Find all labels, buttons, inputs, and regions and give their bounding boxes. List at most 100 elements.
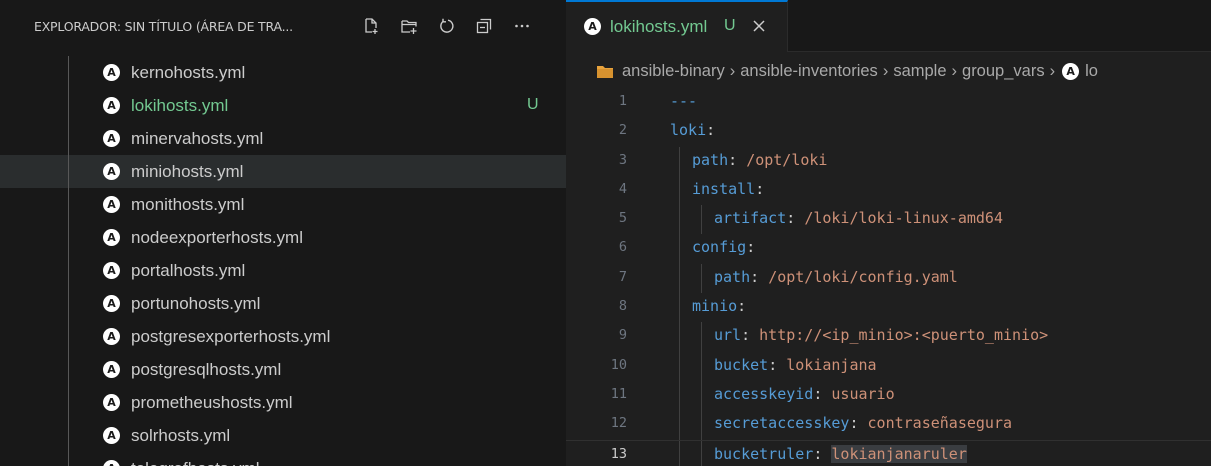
ansible-icon: A <box>103 163 120 180</box>
yaml-colon: : <box>706 121 716 140</box>
file-item[interactable]: Aportalhosts.yml <box>0 254 566 287</box>
tab-bar: A lokihosts.yml U <box>566 0 1211 52</box>
new-file-icon[interactable] <box>361 16 381 36</box>
folder-icon <box>596 63 614 79</box>
file-item[interactable]: Aportunohosts.yml <box>0 287 566 320</box>
code-text: config: <box>692 238 755 256</box>
line-number: 4 <box>618 180 627 197</box>
code-line: 1 --- <box>566 88 1211 117</box>
close-icon[interactable] <box>748 15 770 37</box>
yaml-colon: : <box>849 414 868 433</box>
yaml-colon: : <box>737 297 747 316</box>
ansible-icon: A <box>103 394 120 411</box>
line-number: 10 <box>610 356 627 373</box>
ansible-icon: A <box>103 328 120 345</box>
ansible-icon: A <box>103 196 120 213</box>
yaml-key: config <box>692 238 747 257</box>
line-number: 1 <box>618 93 627 109</box>
yaml-key: loki <box>670 121 707 140</box>
indent-guide <box>701 322 702 352</box>
file-item[interactable]: Atelegrafhosts.yml <box>0 452 566 466</box>
explorer-sidebar: EXPLORADOR: SIN TÍTULO (ÁREA DE TRA... A… <box>0 0 566 466</box>
ansible-icon: A <box>103 361 120 378</box>
ansible-icon: A <box>103 64 120 81</box>
file-tree: Akernohosts.yml Alokihosts.yml U Aminervaho… <box>0 56 566 466</box>
yaml-value: /loki/loki-linux-amd64 <box>804 209 1003 228</box>
indent-guide <box>679 263 680 294</box>
indent-guide <box>679 175 680 206</box>
code-text: minio: <box>692 297 746 315</box>
file-name: nodeexporterhosts.yml <box>131 228 303 247</box>
code-line: 13 bucketruler: lokianjanaruler <box>566 439 1211 466</box>
editor-area: A lokihosts.yml U ansible-binary › ansible… <box>566 0 1211 466</box>
yaml-colon: : <box>746 238 756 257</box>
indent-guide <box>68 188 69 221</box>
code-line: 7 path: /opt/loki/config.yaml <box>566 263 1211 294</box>
code-editor[interactable]: 1 --- 2 loki: 3 path: /opt/loki 4 install: 5 arti… <box>566 88 1211 466</box>
code-text: install: <box>692 180 764 198</box>
explorer-title: EXPLORADOR: SIN TÍTULO (ÁREA DE TRA... <box>34 18 293 34</box>
code-line: 2 loki: <box>566 117 1211 146</box>
code-line: 3 path: /opt/loki <box>566 146 1211 176</box>
yaml-value: http://<ip_minio>:<puerto_minio> <box>759 326 1049 345</box>
indent-guide <box>68 287 69 320</box>
indent-guide <box>68 122 69 155</box>
file-item[interactable]: Apostgresqlhosts.yml <box>0 353 566 386</box>
chevron-right-icon: › <box>951 61 958 80</box>
file-item[interactable]: Akernohosts.yml <box>0 56 566 89</box>
new-folder-icon[interactable] <box>399 16 419 36</box>
indent-guide <box>679 234 680 264</box>
line-number: 11 <box>610 385 627 402</box>
breadcrumb-item[interactable]: ansible-binary <box>622 62 725 81</box>
file-name: portunohosts.yml <box>131 294 261 313</box>
file-name: miniohosts.yml <box>131 162 244 181</box>
yaml-colon: : <box>755 179 765 198</box>
file-item[interactable]: Aminervahosts.yml <box>0 122 566 155</box>
file-name: postgresqlhosts.yml <box>131 360 282 379</box>
line-number: 7 <box>618 268 627 285</box>
indent-guide <box>679 205 680 235</box>
indent-guide <box>679 293 680 323</box>
yaml-key: bucketruler <box>714 444 814 463</box>
yaml-key: --- <box>670 92 698 110</box>
indent-guide <box>679 322 680 352</box>
yaml-value: contraseñasegura <box>867 414 1013 433</box>
indent-guide <box>701 351 702 381</box>
git-status-badge: U <box>527 96 539 113</box>
indent-guide <box>679 380 680 411</box>
code-text: --- <box>670 92 697 110</box>
ansible-icon: A <box>103 130 120 147</box>
indent-guide <box>68 56 69 89</box>
yaml-key: install <box>692 179 756 198</box>
tab-lokihosts[interactable]: A lokihosts.yml U <box>566 0 788 52</box>
ansible-icon: A <box>1062 62 1080 80</box>
collapse-all-icon[interactable] <box>474 16 494 36</box>
indent-guide <box>68 155 69 188</box>
file-name: telegrafhosts.yml <box>131 459 260 466</box>
breadcrumb-item[interactable]: ansible-inventories <box>740 62 878 81</box>
indent-guide <box>701 263 702 294</box>
breadcrumb-item[interactable]: sample <box>893 62 946 81</box>
more-icon[interactable] <box>512 16 532 36</box>
yaml-key: url <box>714 326 742 345</box>
file-item[interactable]: Anodeexporterhosts.yml <box>0 221 566 254</box>
file-item[interactable]: Alokihosts.yml U <box>0 89 566 122</box>
code-line: 12 secretaccesskey: contraseñasegura <box>566 410 1211 440</box>
breadcrumb-item[interactable]: lo <box>1085 62 1098 81</box>
line-number: 3 <box>618 151 627 168</box>
yaml-value: lokianjana <box>786 355 877 374</box>
file-item[interactable]: Aminiohosts.yml <box>0 155 566 188</box>
file-item[interactable]: Amonithosts.yml <box>0 188 566 221</box>
file-item[interactable]: Apostgresexporterhosts.yml <box>0 320 566 353</box>
indent-guide <box>68 320 69 353</box>
indent-guide <box>68 419 69 452</box>
breadcrumb-item[interactable]: group_vars <box>962 62 1045 81</box>
tab-label: lokihosts.yml <box>610 17 708 36</box>
file-item[interactable]: Asolrhosts.yml <box>0 419 566 452</box>
code-text: bucketruler: lokianjanaruler <box>714 444 967 463</box>
refresh-icon[interactable] <box>437 16 457 36</box>
indent-guide <box>679 440 680 466</box>
yaml-colon: : <box>813 384 832 403</box>
code-text: loki: <box>670 121 715 139</box>
file-item[interactable]: Aprometheushosts.yml <box>0 386 566 419</box>
